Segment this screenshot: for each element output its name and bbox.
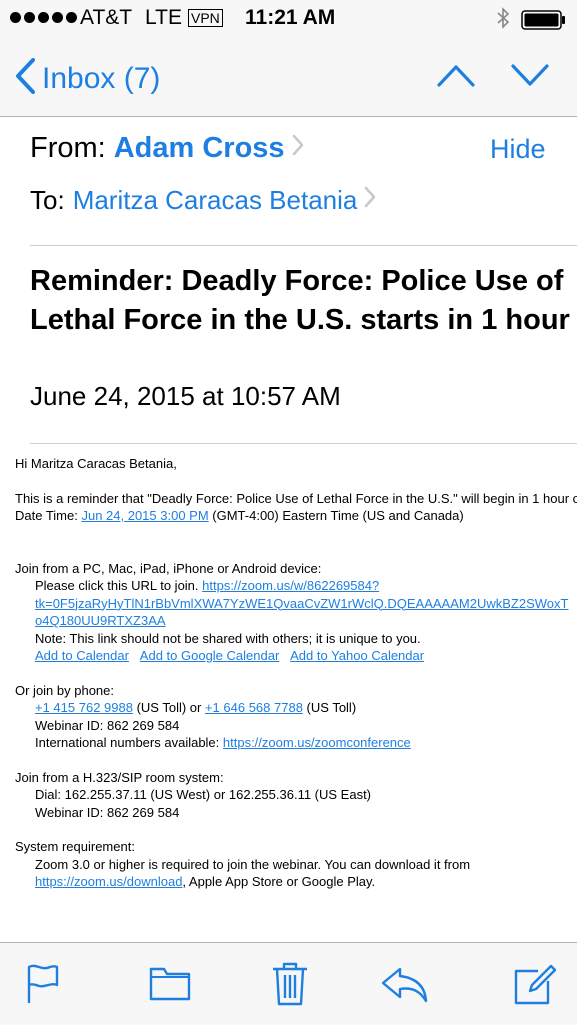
sender-name[interactable]: Adam Cross [114,132,285,165]
add-to-calendar-link[interactable]: Add to Calendar [35,648,129,663]
bottom-toolbar [0,942,577,1025]
flag-button[interactable] [24,961,62,1010]
international-numbers: International numbers available: https:/… [15,734,577,752]
hide-details-button[interactable]: Hide [490,134,546,165]
join-url-link-part3[interactable]: o4Q180UU9RTXZ3AA [35,613,166,628]
chevron-right-icon [363,185,377,216]
phone-number-2-link[interactable]: +1 646 568 7788 [205,700,303,715]
bluetooth-icon [496,6,510,36]
compose-button[interactable] [512,961,558,1012]
compose-icon [512,964,558,1011]
phone-numbers: +1 415 762 9988 (US Toll) or +1 646 568 … [15,699,577,717]
message-date: June 24, 2015 at 10:57 AM [30,381,341,411]
phone-number-1-link[interactable]: +1 415 762 9988 [35,700,133,715]
webinar-id-sip: Webinar ID: 862 269 584 [35,804,180,820]
download-suffix: , Apple App Store or Google Play. [182,874,376,889]
add-to-google-calendar-link[interactable]: Add to Google Calendar [140,648,279,663]
flag-icon [24,964,62,1009]
move-to-folder-button[interactable] [148,961,192,1010]
message-subject: Reminder: Deadly Force: Police Use of Le… [30,265,570,336]
battery-icon [521,10,567,36]
to-row: To: Maritza Caracas Betania [30,185,377,216]
back-button-label: Inbox (7) [42,61,161,95]
reminder-text: This is a reminder that "Deadly Force: P… [15,490,577,506]
phone-1-suffix: (US Toll) or [132,700,205,715]
previous-message-button[interactable] [436,62,476,93]
download-link[interactable]: https://zoom.us/download [35,874,182,889]
system-requirement-heading: System requirement: [15,839,135,854]
add-to-yahoo-calendar-link[interactable]: Add to Yahoo Calendar [290,648,424,663]
phone-2-suffix: (US Toll) [302,700,357,715]
message-body: Hi Maritza Caracas Betania, This is a re… [15,455,577,891]
top-bar: AT&T LTE VPN 11:21 AM Inbox (7) [0,0,577,117]
from-row: From: Adam Cross [30,132,305,165]
recipient-name[interactable]: Maritza Caracas Betania [73,185,358,216]
body-divider [30,443,577,444]
status-time: 11:21 AM [245,6,336,29]
signal-strength-icon [10,12,77,23]
greeting: Hi Maritza Caracas Betania, [15,456,177,471]
sip-dial: Dial: 162.255.37.11 (US West) or 162.255… [35,787,372,802]
header-divider [30,245,577,246]
share-note: Note: This link should not be shared wit… [35,630,421,646]
chevron-right-icon [291,132,305,165]
webinar-id: Webinar ID: 862 269 584 [35,717,180,733]
download-line: https://zoom.us/download, Apple App Stor… [15,873,577,891]
click-url-text: Please click this URL to join. [35,578,203,593]
chevron-up-icon [436,65,476,92]
navigation-bar: Inbox (7) [0,50,577,104]
join-url-link[interactable]: https://zoom.us/w/862269584? [202,578,379,593]
reply-button[interactable] [380,961,430,1010]
datetime-timezone: (GMT-4:00) Eastern Time (US and Canada) [208,508,464,523]
to-label: To: [30,185,65,215]
join-pc-heading: Join from a PC, Mac, iPad, iPhone or And… [15,560,322,576]
vpn-badge: VPN [188,9,223,27]
join-url-link-part2[interactable]: tk=0F5jzaRyHyTlN1rBbVmlXWA7YzWE1QvaaCvZW… [35,596,568,611]
status-bar: AT&T LTE VPN 11:21 AM [0,0,577,38]
system-requirement-text: Zoom 3.0 or higher is required to join t… [35,856,471,872]
join-url-continued: tk=0F5jzaRyHyTlN1rBbVmlXWA7YzWE1QvaaCvZW… [15,595,577,613]
chevron-down-icon [510,64,550,92]
trash-icon [270,962,310,1011]
folder-icon [148,967,192,1009]
back-to-inbox-button[interactable]: Inbox (7) [14,58,160,99]
network-type: LTE [145,6,182,29]
delete-button[interactable] [270,961,310,1012]
international-numbers-link[interactable]: https://zoom.us/zoomconference [223,735,411,750]
phone-heading: Or join by phone: [15,682,115,698]
international-label: International numbers available: [35,735,223,750]
datetime-link[interactable]: Jun 24, 2015 3:00 PM [81,508,208,523]
chevron-left-icon [14,58,36,99]
reply-icon [380,967,430,1009]
next-message-button[interactable] [510,62,550,93]
datetime-line: Date Time: Jun 24, 2015 3:00 PM (GMT-4:0… [15,507,577,525]
carrier-label: AT&T [80,6,133,29]
join-url-line: Please click this URL to join. https://z… [15,577,577,595]
datetime-label: Date Time: [15,508,82,523]
join-url-continued-2: o4Q180UU9RTXZ3AA [15,612,577,630]
sip-heading: Join from a H.323/SIP room system: [15,769,224,785]
calendar-links: Add to Calendar Add to Google Calendar A… [15,647,577,665]
from-label: From: [30,132,106,164]
